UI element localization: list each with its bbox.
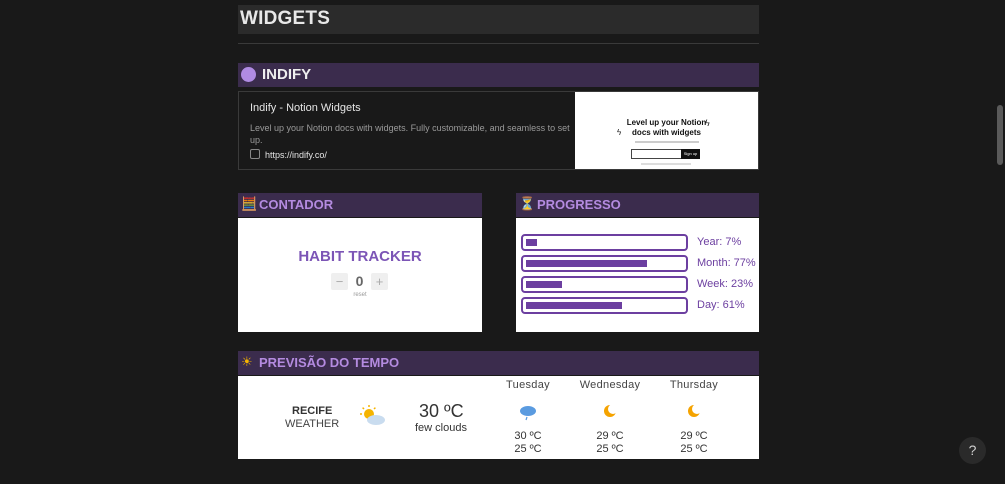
weather-widget: RECIFE WEATHER 30 ºC few clouds Tuesday … [238, 376, 759, 459]
progress-bar-month [521, 255, 688, 272]
forecast-low: 25 ºC [514, 443, 542, 455]
tempo-header: ☀ PREVISÃO DO TEMPO [238, 351, 759, 375]
preview-heading-line-2: docs with widgets [632, 128, 701, 137]
rain-cloud-icon [488, 403, 568, 424]
progresso-header: ⏳ PROGRESSO [516, 193, 759, 217]
page-title: WIDGETS [240, 8, 331, 29]
forecast-high: 29 ºC [680, 430, 708, 442]
forecast-day: Wednesday [579, 379, 641, 391]
current-temperature: 30 ºC [419, 401, 464, 421]
bookmark-url-text: https://indify.co/ [265, 150, 327, 160]
bookmark-url[interactable]: https://indify.co/ [250, 149, 327, 160]
help-button[interactable]: ? [959, 437, 986, 464]
preview-heading: Level up your Notion docs with widgets [575, 118, 758, 138]
decrement-button[interactable]: − [331, 273, 348, 290]
forecast-low: 25 ºC [596, 443, 624, 455]
forecast-high: 30 ºC [514, 430, 542, 442]
forecast-day: Tuesday [506, 379, 550, 391]
progress-bar-week [521, 276, 688, 293]
purple-circle-icon [241, 67, 256, 82]
bolt-icon: ϟ [705, 118, 710, 128]
forecast-low: 25 ºC [680, 443, 708, 455]
habit-tracker-title: HABIT TRACKER [298, 248, 422, 265]
abacus-icon: 🧮 [241, 196, 258, 211]
weather-city: RECIFE [292, 405, 333, 417]
bookmark-title: Indify - Notion Widgets [250, 102, 361, 114]
progress-bar-year [521, 234, 688, 251]
preview-signup-button: Sign up [681, 149, 700, 159]
progress-fill [526, 239, 537, 246]
preview-email-input [631, 149, 683, 159]
progress-fill [526, 302, 622, 309]
indify-bookmark[interactable]: Indify - Notion Widgets Level up your No… [238, 91, 759, 170]
sun-icon: ☀ [241, 354, 253, 369]
progress-label-year: Year: 7% [697, 236, 742, 248]
partly-cloudy-icon [360, 405, 386, 432]
preview-heading-line-1: Level up your Notion [626, 118, 707, 127]
progress-label-day: Day: 61% [697, 299, 745, 311]
hourglass-icon: ⏳ [519, 196, 536, 211]
progress-label-week: Week: 23% [697, 278, 754, 290]
moon-icon [570, 403, 650, 422]
moon-icon [654, 403, 734, 422]
habit-tracker-widget: HABIT TRACKER − 0 + reset [238, 218, 482, 332]
increment-button[interactable]: + [371, 273, 388, 290]
reset-link[interactable]: reset [238, 292, 482, 298]
progress-bar-day [521, 297, 688, 314]
weather-subtitle: WEATHER [285, 418, 340, 430]
link-icon [250, 149, 260, 159]
counter-value: 0 [355, 273, 364, 289]
preview-footer [641, 163, 691, 165]
progress-widget: Year: 7% Month: 77% Week: 23% Day: 61% [516, 218, 759, 332]
tempo-header-label: PREVISÃO DO TEMPO [259, 355, 400, 370]
forecast-high: 29 ºC [596, 430, 624, 442]
progress-label-month: Month: 77% [697, 257, 756, 269]
progress-fill [526, 260, 647, 267]
indify-header-label: INDIFY [262, 66, 312, 83]
scrollbar-thumb[interactable] [997, 105, 1003, 165]
current-description: few clouds [415, 422, 467, 434]
bolt-icon: ϟ [617, 128, 622, 137]
preview-subtext [635, 141, 699, 143]
progress-fill [526, 281, 562, 288]
indify-header: INDIFY [238, 63, 759, 87]
contador-header-label: CONTADOR [259, 197, 334, 212]
divider [238, 43, 759, 44]
bookmark-description: Level up your Notion docs with widgets. … [250, 123, 570, 145]
contador-header: 🧮 CONTADOR [238, 193, 482, 217]
progresso-header-label: PROGRESSO [537, 197, 621, 212]
bookmark-preview-image: Level up your Notion docs with widgets ϟ… [575, 92, 758, 169]
forecast-day: Thursday [669, 379, 719, 391]
page-title-bar: WIDGETS [238, 5, 759, 34]
